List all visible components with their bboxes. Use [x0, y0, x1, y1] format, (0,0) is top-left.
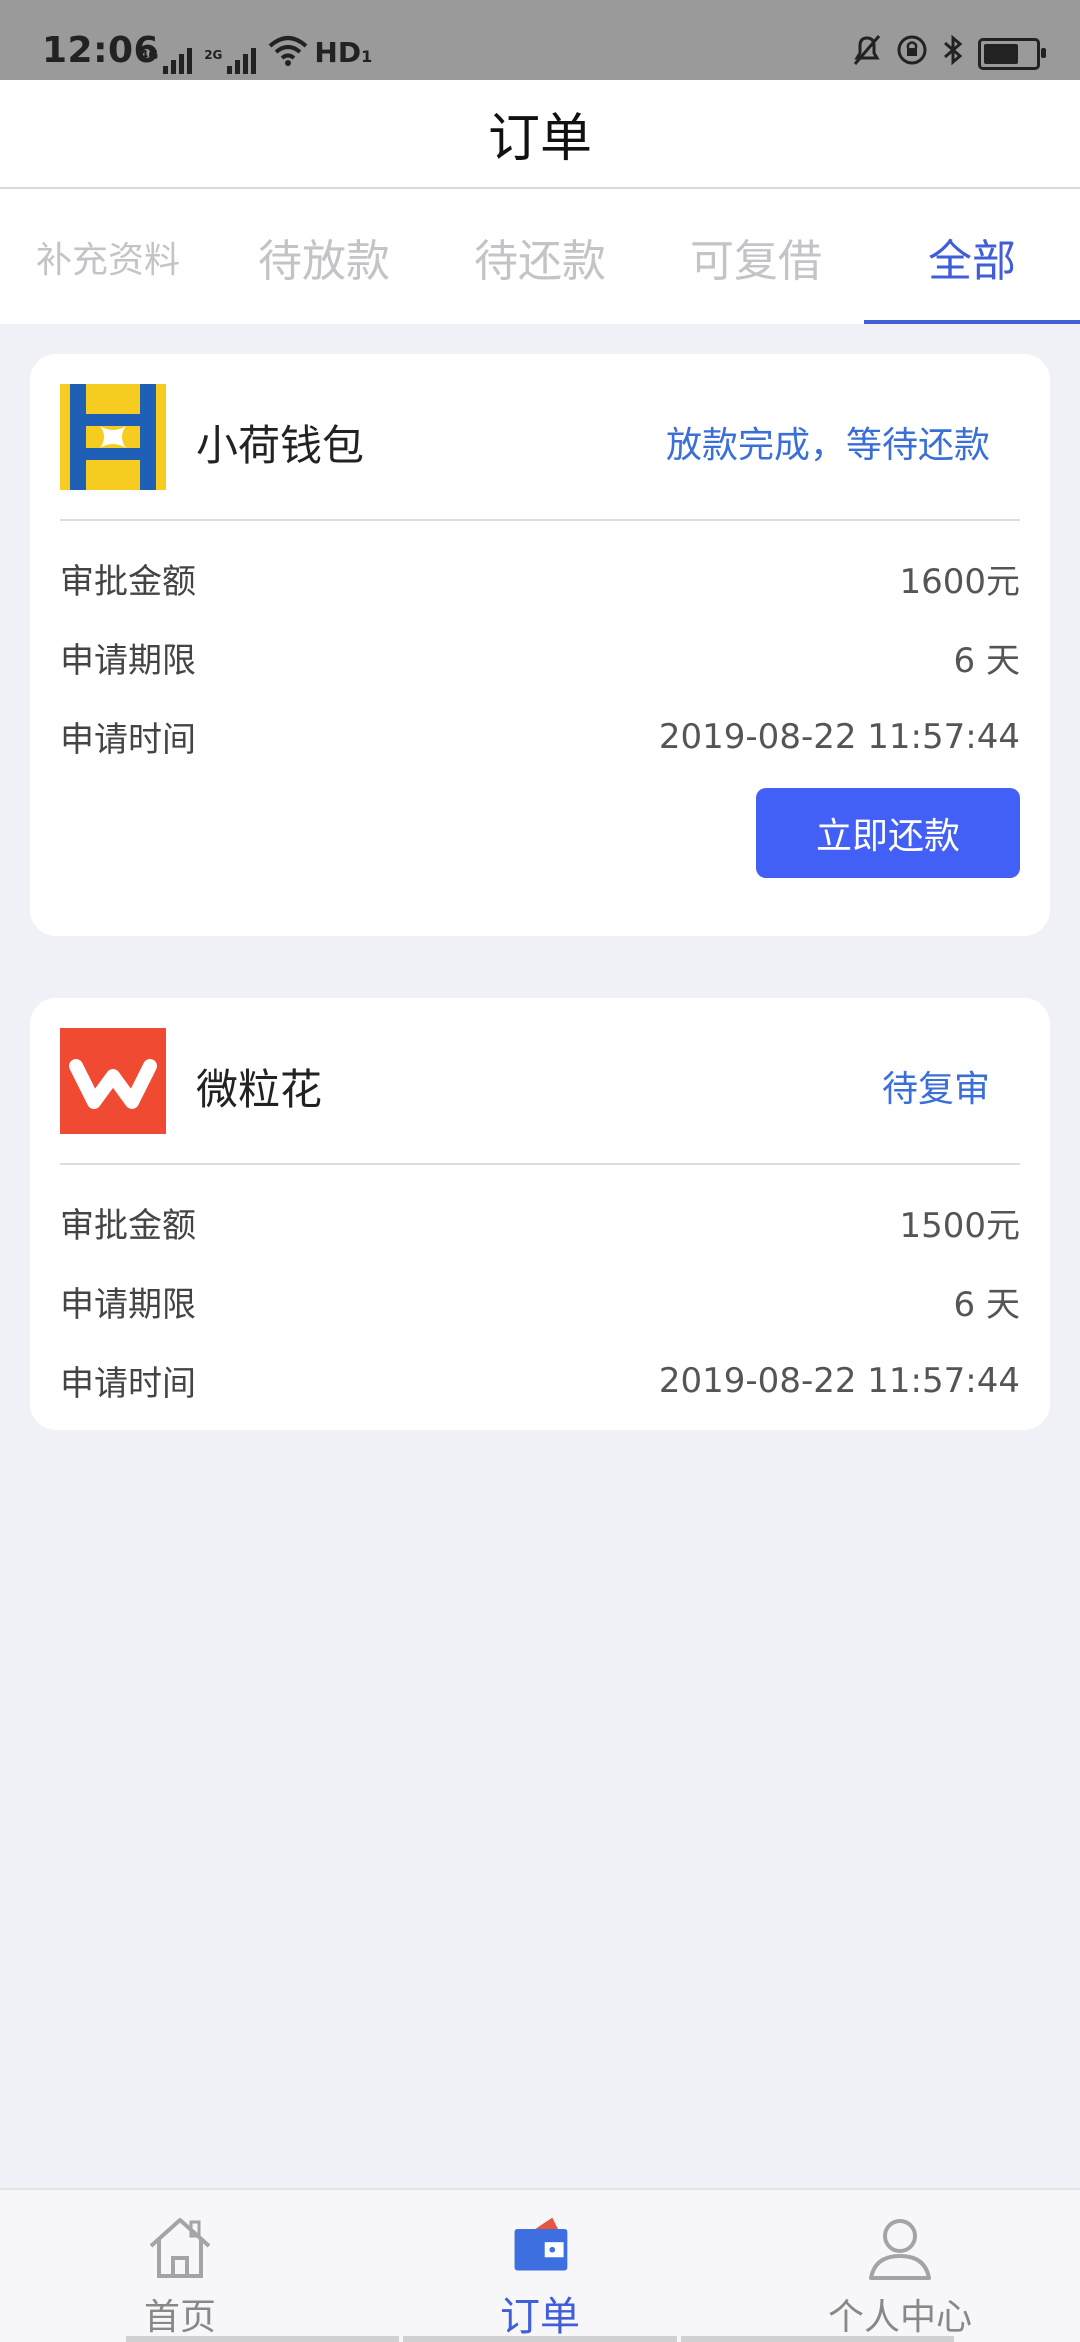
status-bar: 12:06 4G 2G HD1 — [0, 0, 1080, 80]
order-card-header: 微粒花 待复审 — [60, 998, 1020, 1165]
tab-pending-loan[interactable]: 待放款 — [216, 189, 432, 324]
person-icon — [869, 2219, 931, 2280]
nav-bar: 订单 — [0, 80, 1080, 189]
gesture-strip — [126, 2336, 954, 2342]
detail-label: 申请期限 — [60, 1285, 196, 1325]
order-card-header: 小荷钱包 放款完成，等待还款 — [60, 354, 1020, 521]
bottom-nav-orders[interactable]: 订单 — [360, 2190, 720, 2342]
detail-row: 申请时间 2019-08-22 11:57:44 — [60, 1341, 1020, 1420]
wallet-icon — [514, 2217, 568, 2271]
signal-4g-icon: 4G — [140, 48, 193, 74]
order-status: 放款完成，等待还款 — [665, 425, 990, 466]
detail-label: 审批金额 — [60, 1206, 196, 1246]
bell-muted-icon — [852, 34, 882, 74]
detail-label: 审批金额 — [60, 562, 196, 602]
order-details: 审批金额 1600元 申请期限 6 天 申请时间 2019-08-22 11:5… — [30, 521, 1050, 776]
weilihua-logo — [60, 1028, 166, 1134]
detail-value: 1600元 — [899, 562, 1020, 602]
status-left-icons: 4G 2G HD1 — [140, 34, 372, 74]
detail-row: 审批金额 1500元 — [60, 1183, 1020, 1262]
detail-row: 申请时间 2019-08-22 11:57:44 — [60, 697, 1020, 776]
detail-row: 申请期限 6 天 — [60, 1262, 1020, 1341]
detail-value: 2019-08-22 11:57:44 — [658, 716, 1020, 757]
bottom-nav-home[interactable]: 首页 — [0, 2190, 360, 2342]
page-title: 订单 — [487, 109, 592, 169]
signal-2g-icon: 2G — [204, 48, 257, 74]
battery-icon — [978, 38, 1046, 70]
order-card[interactable]: 小荷钱包 放款完成，等待还款 审批金额 1600元 申请期限 6 天 申请时间 … — [30, 354, 1050, 936]
tab-all[interactable]: 全部 — [864, 189, 1080, 324]
detail-label: 申请时间 — [60, 720, 196, 760]
xiaohe-wallet-logo — [60, 384, 166, 490]
detail-label: 申请期限 — [60, 641, 196, 681]
app-name: 小荷钱包 — [196, 421, 365, 470]
order-card[interactable]: 微粒花 待复审 审批金额 1500元 申请期限 6 天 申请时间 2019-08… — [30, 998, 1050, 1430]
repay-now-button[interactable]: 立即还款 — [756, 788, 1020, 878]
detail-label: 申请时间 — [60, 1364, 196, 1404]
order-details: 审批金额 1500元 申请期限 6 天 申请时间 2019-08-22 11:5… — [30, 1165, 1050, 1420]
home-icon — [149, 2218, 211, 2278]
bottom-nav-profile[interactable]: 个人中心 — [720, 2190, 1080, 2342]
action-area: 立即还款 — [30, 776, 1050, 916]
order-tabs: 补充资料 待放款 待还款 可复借 全部 — [0, 189, 1080, 324]
detail-value: 1500元 — [899, 1206, 1020, 1246]
bluetooth-icon — [942, 34, 964, 74]
status-right-icons — [852, 34, 1046, 74]
tab-reborrowable[interactable]: 可复借 — [648, 189, 864, 324]
detail-row: 申请期限 6 天 — [60, 618, 1020, 697]
hd-icon: HD1 — [314, 36, 373, 69]
detail-value: 6 天 — [953, 641, 1020, 681]
detail-row: 审批金额 1600元 — [60, 539, 1020, 618]
detail-value: 2019-08-22 11:57:44 — [658, 1360, 1020, 1401]
bottom-nav: 首页 订单 个人中心 — [0, 2188, 1080, 2342]
app-name: 微粒花 — [196, 1065, 323, 1114]
tab-supplement-info[interactable]: 补充资料 — [0, 189, 216, 324]
detail-value: 6 天 — [953, 1285, 1020, 1325]
bottom-nav-label: 首页 — [143, 2297, 216, 2338]
rotation-lock-icon — [896, 34, 928, 74]
wifi-icon — [268, 34, 308, 74]
order-status: 待复审 — [881, 1069, 990, 1110]
bottom-nav-label: 个人中心 — [827, 2297, 972, 2338]
tab-pending-repayment[interactable]: 待还款 — [432, 189, 648, 324]
bottom-nav-label: 订单 — [500, 2294, 580, 2340]
